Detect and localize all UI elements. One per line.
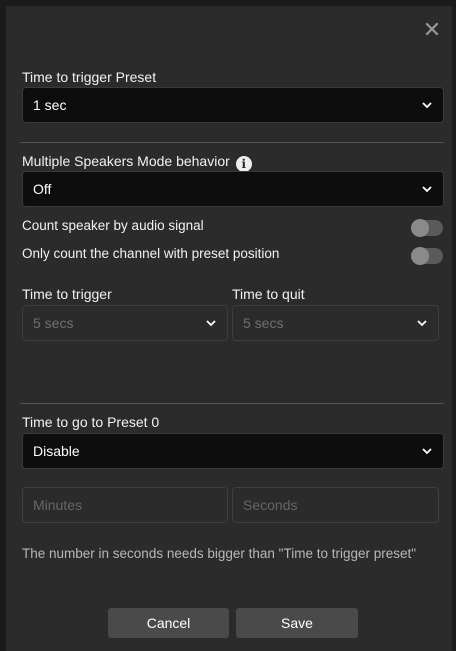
save-button[interactable]: Save [236,608,358,638]
minutes-input[interactable]: Minutes [22,487,228,523]
preset0-label: Time to go to Preset 0 [22,414,160,430]
chevron-down-icon [422,186,432,193]
preset-settings-dialog: ✕ Time to trigger Preset 1 sec Multiple … [6,6,452,651]
preset-trigger-value: 1 sec [33,97,67,113]
preset0-select[interactable]: Disable [22,433,444,469]
time-to-trigger-value: 5 secs [33,315,74,331]
time-to-quit-select[interactable]: 5 secs [232,305,439,341]
time-to-quit-label: Time to quit [232,286,305,302]
time-to-quit-value: 5 secs [243,315,284,331]
section-divider [20,142,444,143]
multi-speaker-label: Multiple Speakers Mode behavior i [22,153,252,172]
count-audio-toggle[interactable] [411,219,443,237]
info-icon[interactable]: i [235,156,252,172]
multi-speaker-select[interactable]: Off [22,171,444,207]
multi-speaker-value: Off [33,181,52,197]
preset-channel-label: Only count the channel with preset posit… [22,246,280,261]
time-to-trigger-label: Time to trigger [22,286,112,302]
preset-trigger-label: Time to trigger Preset [22,69,157,85]
multi-speaker-label-text: Multiple Speakers Mode behavior [22,153,230,169]
count-audio-label: Count speaker by audio signal [22,218,204,233]
preset0-value: Disable [33,443,80,459]
cancel-button[interactable]: Cancel [108,608,229,638]
section-divider [20,403,444,404]
chevron-down-icon [417,320,427,327]
preset-trigger-select[interactable]: 1 sec [22,87,444,123]
time-to-trigger-select[interactable]: 5 secs [22,305,228,341]
seconds-input[interactable]: Seconds [232,487,439,523]
chevron-down-icon [206,320,216,327]
preset-channel-toggle[interactable] [411,247,443,265]
close-icon[interactable]: ✕ [422,19,442,41]
chevron-down-icon [422,102,432,109]
seconds-hint: The number in seconds needs bigger than … [22,546,417,561]
chevron-down-icon [422,448,432,455]
